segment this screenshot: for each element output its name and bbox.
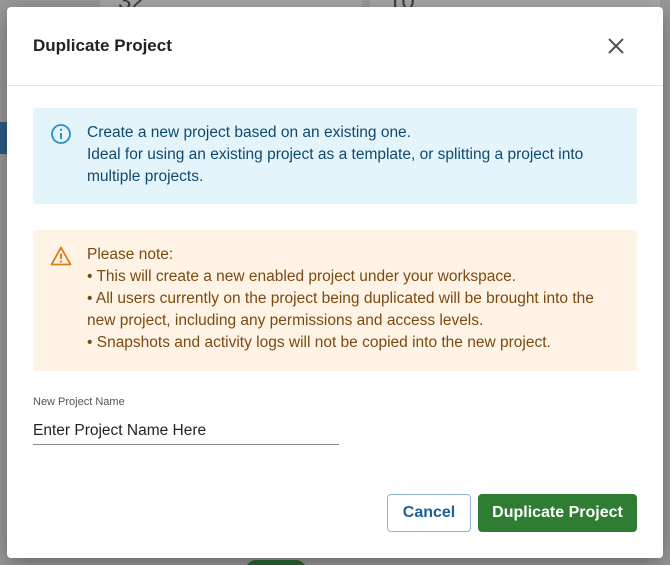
warning-alert-text: Please note: • This will create a new en… — [87, 244, 627, 354]
background-pill — [246, 560, 306, 565]
warning-alert-line: • This will create a new enabled project… — [87, 268, 517, 285]
info-alert-line: multiple projects. — [87, 168, 204, 185]
warning-alert: Please note: • This will create a new en… — [33, 230, 637, 371]
dialog-header: Duplicate Project — [7, 7, 663, 86]
info-alert: Create a new project based on an existin… — [33, 108, 637, 204]
warning-alert-line: Please note: — [87, 246, 174, 263]
warning-alert-line: • Snapshots and activity logs will not b… — [87, 334, 551, 351]
info-alert-line: Ideal for using an existing project as a… — [87, 146, 584, 163]
duplicate-project-button[interactable]: Duplicate Project — [478, 494, 637, 532]
background-nav-bar — [0, 122, 7, 154]
info-alert-line: Create a new project based on an existin… — [87, 124, 411, 141]
project-name-label: New Project Name — [33, 396, 125, 408]
cancel-button[interactable]: Cancel — [387, 494, 471, 532]
warning-alert-line: new project, including any permissions a… — [87, 312, 484, 329]
duplicate-project-dialog: Duplicate Project Create a new project b… — [7, 7, 663, 558]
warning-icon — [50, 245, 72, 267]
dialog-title: Duplicate Project — [33, 36, 172, 55]
project-name-input[interactable] — [33, 418, 339, 445]
info-alert-text: Create a new project based on an existin… — [87, 122, 627, 188]
info-icon — [50, 123, 72, 145]
warning-alert-line: • All users currently on the project bei… — [87, 290, 594, 307]
close-button[interactable] — [603, 33, 629, 59]
close-icon — [608, 38, 624, 54]
